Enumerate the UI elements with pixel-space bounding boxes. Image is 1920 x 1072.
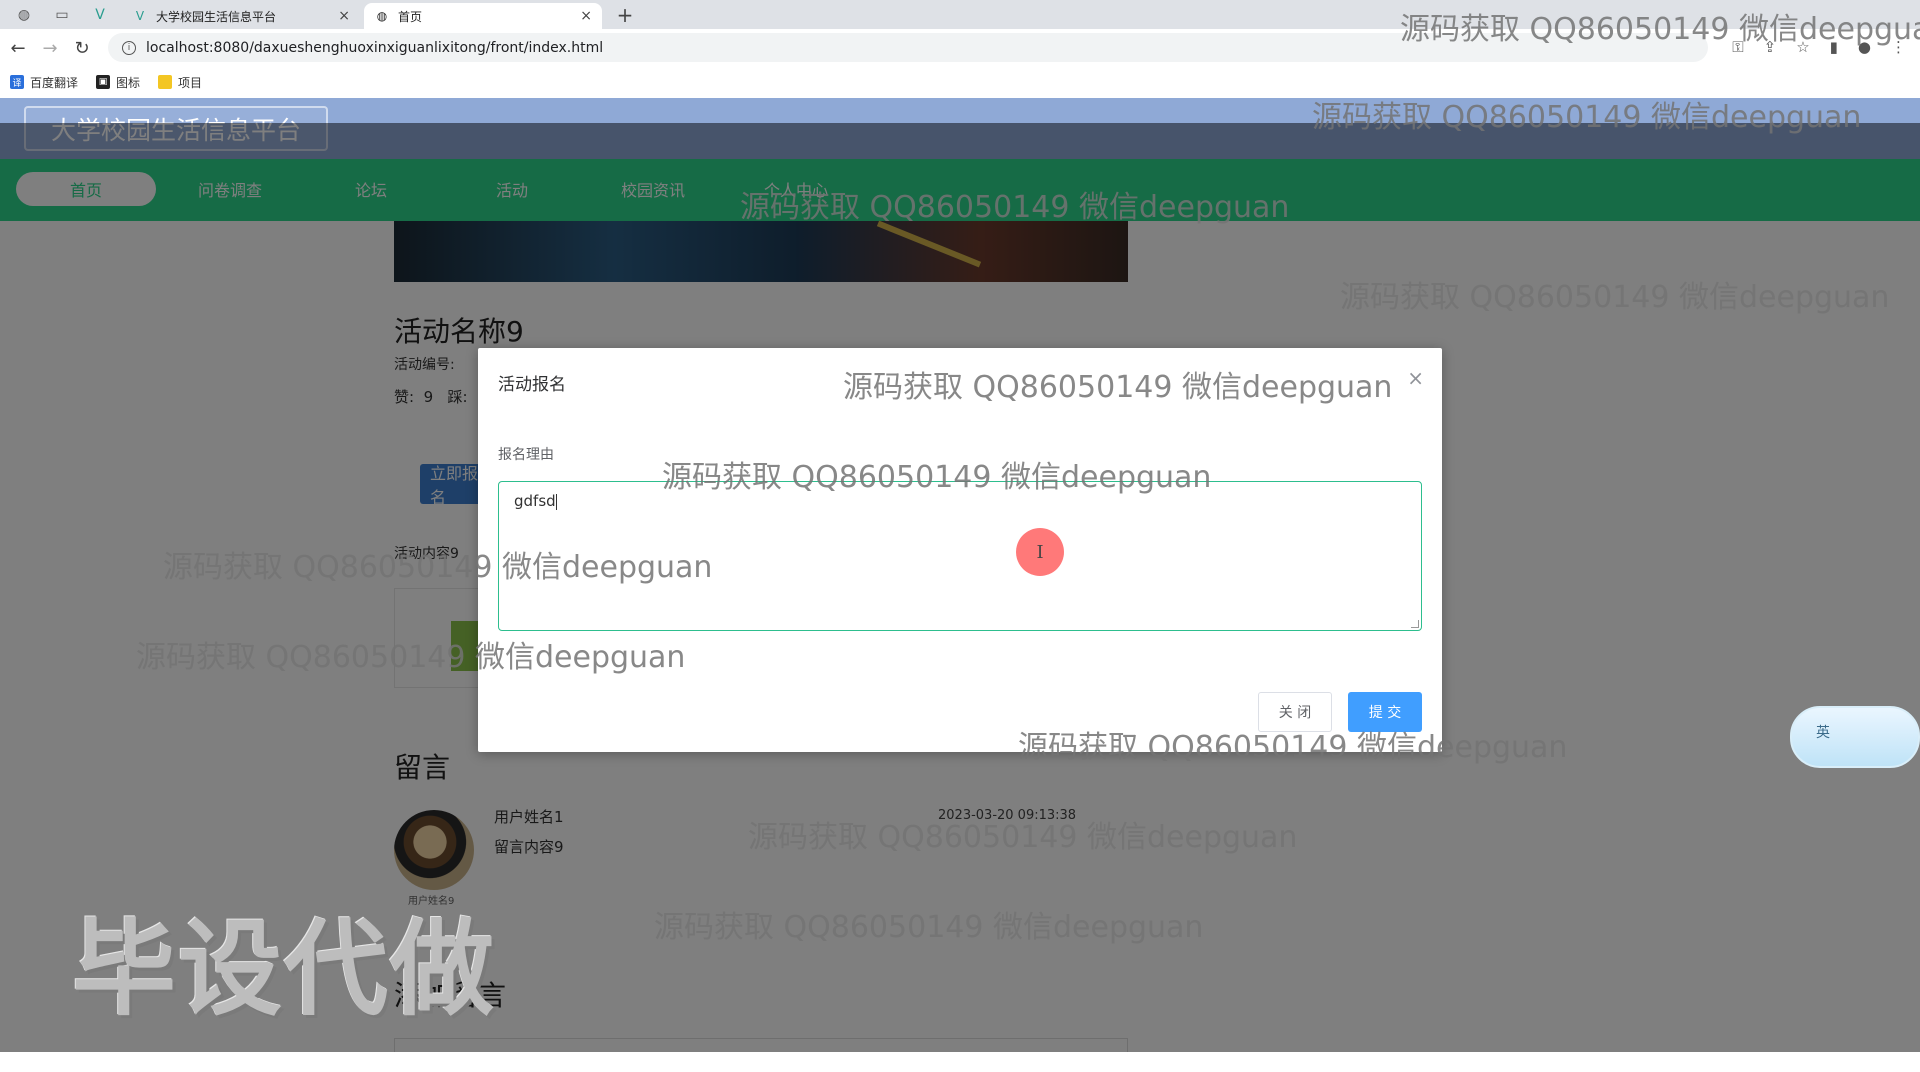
url-text: localhost:8080/daxueshenghuoxinxiguanlix…	[146, 39, 604, 56]
tab-platform[interactable]: V 大学校园生活信息平台 ×	[122, 3, 360, 29]
text-cursor-icon: I	[1016, 528, 1064, 576]
reload-icon[interactable]: ↻	[70, 36, 94, 60]
share-icon[interactable]: ⇪	[1764, 38, 1777, 56]
dialog-title: 活动报名	[498, 375, 566, 395]
text-caret	[555, 493, 557, 510]
browser-tab-bar: ◍ ▭ V V 大学校园生活信息平台 × ◍ 首页 × +	[0, 0, 1920, 29]
resize-handle-icon[interactable]	[1411, 620, 1419, 628]
new-tab-button[interactable]: +	[612, 3, 638, 27]
forward-arrow-icon[interactable]: →	[38, 36, 62, 60]
key-icon[interactable]: ⚿	[1732, 38, 1743, 56]
globe-icon[interactable]: ◍	[8, 4, 40, 26]
modal-overlay-top	[0, 123, 1920, 222]
url-field[interactable]: i localhost:8080/daxueshenghuoxinxiguanl…	[108, 33, 1708, 62]
bookmark-icons[interactable]: ▣ 图标	[96, 74, 140, 91]
bookmark-label: 项目	[178, 75, 203, 90]
ime-widget[interactable]: 英	[1790, 706, 1920, 768]
vue-icon: V	[135, 9, 145, 23]
submit-button[interactable]: 提 交	[1348, 692, 1422, 732]
close-icon[interactable]: ×	[338, 8, 350, 24]
reason-value: gdfsd	[514, 492, 556, 510]
close-icon[interactable]: ×	[1407, 366, 1424, 390]
bookmark-label: 百度翻译	[30, 75, 79, 90]
star-icon[interactable]: ☆	[1796, 38, 1809, 56]
close-button[interactable]: 关 闭	[1258, 692, 1332, 732]
profile-icon[interactable]: ●	[1858, 38, 1871, 56]
info-icon[interactable]: i	[122, 40, 136, 55]
close-icon[interactable]: ×	[580, 8, 592, 24]
sidebar-icon[interactable]: ▮	[1830, 38, 1838, 56]
image-icon: ▣	[96, 75, 111, 89]
globe-icon: ◍	[376, 9, 388, 23]
translate-icon: 译	[10, 75, 24, 89]
menu-dots-icon[interactable]: ⋮	[1891, 38, 1906, 56]
reason-label: 报名理由	[498, 447, 554, 463]
bookmark-baidu-translate[interactable]: 译 百度翻译	[10, 74, 78, 91]
ime-language-label: 英	[1816, 725, 1830, 741]
address-bar-actions: ⚿ ⇪ ☆ ▮ ● ⋮	[1732, 38, 1906, 56]
folder-icon	[158, 75, 173, 89]
tab-home[interactable]: ◍ 首页 ×	[364, 3, 602, 29]
tab-label: 首页	[398, 9, 423, 24]
bookmark-label: 图标	[116, 75, 141, 90]
vue-tab-icon[interactable]: V	[84, 4, 116, 26]
back-arrow-icon[interactable]: ←	[6, 36, 30, 60]
bookmarks-bar: 译 百度翻译 ▣ 图标 项目	[0, 66, 1920, 98]
reason-textarea[interactable]: gdfsd	[498, 481, 1422, 631]
watermark-big: 毕设代做	[72, 908, 497, 1030]
blank-tab-icon[interactable]: ▭	[46, 4, 78, 26]
signup-dialog: 活动报名 × 报名理由 gdfsd 关 闭 提 交	[478, 348, 1442, 752]
bottom-strip	[0, 1052, 1920, 1072]
bookmark-project[interactable]: 项目	[158, 74, 202, 91]
tab-label: 大学校园生活信息平台	[156, 9, 277, 24]
address-bar: ← → ↻ i localhost:8080/daxueshenghuoxinx…	[0, 29, 1920, 66]
